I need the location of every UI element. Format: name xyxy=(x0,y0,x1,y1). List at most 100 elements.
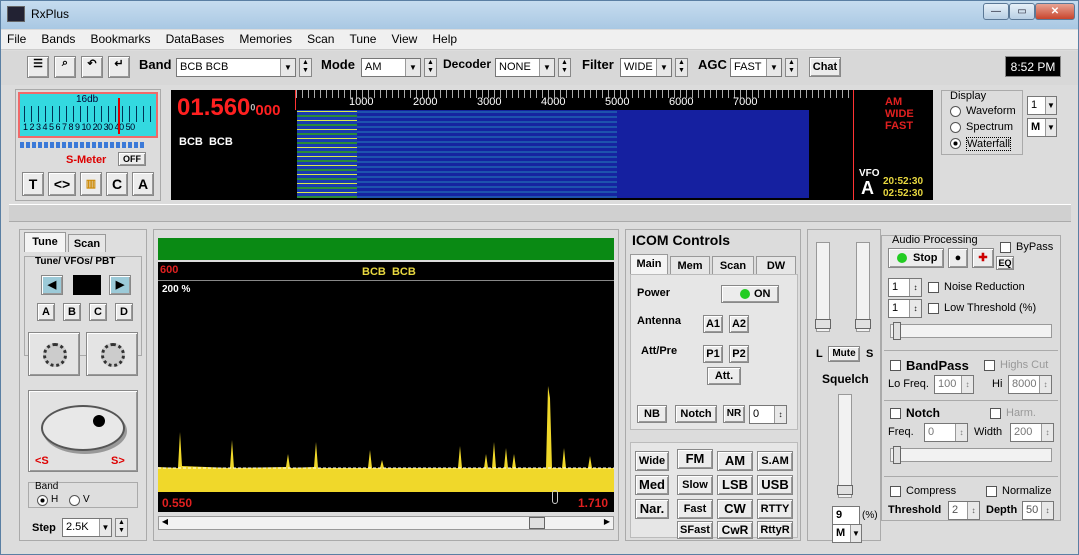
menu-scan[interactable]: Scan xyxy=(301,30,340,48)
minimize-button[interactable]: — xyxy=(983,3,1009,20)
p2-button[interactable]: P2 xyxy=(729,345,749,363)
mode-am-button[interactable]: AM xyxy=(717,451,753,471)
highs-cut-checkbox[interactable] xyxy=(984,360,995,371)
band-h-radio[interactable] xyxy=(37,495,48,506)
close-button[interactable]: ✕ xyxy=(1035,3,1075,20)
menu-file[interactable]: File xyxy=(1,30,32,48)
notch-checkbox[interactable] xyxy=(890,408,901,419)
menu-databases[interactable]: DataBases xyxy=(160,30,231,48)
filter-nar-button[interactable]: Nar. xyxy=(635,499,669,519)
nb-button[interactable]: NB xyxy=(637,405,667,423)
vfo-c-button[interactable]: C xyxy=(89,303,107,321)
tab-main[interactable]: Main xyxy=(630,254,668,274)
noise-reduction-checkbox[interactable] xyxy=(928,282,939,293)
bandpass-checkbox[interactable] xyxy=(890,360,901,371)
maximize-button[interactable]: ▭ xyxy=(1009,3,1035,20)
filter-med-button[interactable]: Med xyxy=(635,475,669,495)
band-v-radio[interactable] xyxy=(69,495,80,506)
decoder-select[interactable]: NONE ▼ xyxy=(495,58,555,77)
scroll-thumb[interactable] xyxy=(529,517,545,529)
display-spin1[interactable]: 1 ▼ xyxy=(1027,96,1057,115)
notch-freq-input[interactable]: 0 ↕ xyxy=(924,423,968,442)
stop-button[interactable]: Stop xyxy=(888,248,944,268)
next-vfo-button[interactable]: ▶ xyxy=(109,275,131,295)
normalize-checkbox[interactable] xyxy=(986,486,997,497)
volume-right-slider[interactable] xyxy=(855,242,871,332)
decoder-spin[interactable]: ▲ ▼ xyxy=(558,58,571,77)
mode-rttyr-button[interactable]: RttyR xyxy=(757,521,793,539)
slider-thumb[interactable] xyxy=(893,322,901,340)
low-threshold-checkbox[interactable] xyxy=(928,303,939,314)
tab-dw[interactable]: DW xyxy=(756,256,796,274)
search-icon[interactable]: ⌕ xyxy=(54,56,76,78)
waterfall[interactable] xyxy=(297,110,809,198)
swap-button[interactable]: <> xyxy=(48,172,76,196)
mode-usb-button[interactable]: USB xyxy=(757,475,793,495)
record-icon[interactable]: ● xyxy=(948,248,968,268)
smeter-off-button[interactable]: OFF xyxy=(118,152,146,166)
tab-tune[interactable]: Tune xyxy=(24,232,66,252)
band-spin[interactable]: ▲ ▼ xyxy=(299,58,312,77)
hi-freq-input[interactable]: 8000 ↕ xyxy=(1008,375,1052,394)
band-select[interactable]: BCB BCB ▼ xyxy=(176,58,296,77)
slider-thumb[interactable] xyxy=(855,319,871,329)
chat-button[interactable]: Chat xyxy=(809,57,841,77)
squelch-value[interactable]: 9 xyxy=(832,506,860,525)
threshold-input[interactable]: 2 ↕ xyxy=(948,501,980,520)
agc-select[interactable]: FAST ▼ xyxy=(730,58,782,77)
mute-button[interactable]: Mute xyxy=(828,346,860,362)
equalizer-icon[interactable]: ✚ xyxy=(972,248,994,268)
menu-tune[interactable]: Tune xyxy=(344,30,383,48)
tab-scan[interactable]: Scan xyxy=(68,234,106,252)
display-spin2[interactable]: M ▼ xyxy=(1027,118,1057,137)
step-select[interactable]: 2.5K ▼ xyxy=(62,518,112,537)
nr-spin2[interactable]: 1 ↕ xyxy=(888,299,922,318)
agc-spin[interactable]: ▲ ▼ xyxy=(785,58,798,77)
nr-button[interactable]: NR xyxy=(723,405,745,423)
notch-slider[interactable] xyxy=(890,446,1052,464)
a1-button[interactable]: A1 xyxy=(703,315,723,333)
tab-icom-scan[interactable]: Scan xyxy=(712,256,754,274)
mode-spin[interactable]: ▲ ▼ xyxy=(424,58,437,77)
list-icon[interactable]: ☰ xyxy=(27,56,49,78)
agc-sfast-button[interactable]: SFast xyxy=(677,521,713,539)
nr-slider[interactable] xyxy=(890,322,1052,340)
waterfall-icon[interactable]: ▥ xyxy=(80,172,102,196)
nr-spin1[interactable]: 1 ↕ xyxy=(888,278,922,297)
vfo-d-button[interactable]: D xyxy=(115,303,133,321)
undo-icon[interactable]: ↶ xyxy=(81,56,103,78)
nr-level[interactable]: 0 ↕ xyxy=(749,405,787,424)
notch-button[interactable]: Notch xyxy=(675,405,717,423)
tuning-dial[interactable]: <S S> xyxy=(28,390,138,472)
volume-left-slider[interactable] xyxy=(815,242,831,332)
menu-bookmarks[interactable]: Bookmarks xyxy=(85,30,157,48)
power-button[interactable]: ON xyxy=(721,285,779,303)
eq-button[interactable]: EQ xyxy=(996,256,1014,270)
mode-rtty-button[interactable]: RTTY xyxy=(757,499,793,519)
prev-vfo-button[interactable]: ◀ xyxy=(41,275,63,295)
mode-select[interactable]: AM ▼ xyxy=(361,58,421,77)
menu-help[interactable]: Help xyxy=(426,30,463,48)
a2-button[interactable]: A2 xyxy=(729,315,749,333)
p1-button[interactable]: P1 xyxy=(703,345,723,363)
agc-slow-button[interactable]: Slow xyxy=(677,475,713,495)
mode-cwr-button[interactable]: CwR xyxy=(717,521,753,539)
menu-memories[interactable]: Memories xyxy=(233,30,298,48)
filter-wide-button[interactable]: Wide xyxy=(635,451,669,471)
scroll-right-icon[interactable]: ▶ xyxy=(601,517,613,529)
bypass-checkbox[interactable] xyxy=(1000,242,1011,253)
a-button[interactable]: A xyxy=(132,172,154,196)
lo-freq-input[interactable]: 100 ↕ xyxy=(934,375,974,394)
t-button[interactable]: T xyxy=(22,172,44,196)
waveform-radio[interactable] xyxy=(950,106,961,117)
spectrum-display[interactable]: 600 BCB BCB 200 % 0.550 1.710 xyxy=(158,262,614,512)
enter-icon[interactable]: ↵ xyxy=(108,56,130,78)
spectrum-marker[interactable] xyxy=(552,490,558,504)
compress-checkbox[interactable] xyxy=(890,486,901,497)
scroll-left-icon[interactable]: ◀ xyxy=(159,517,171,529)
mode-fm-button[interactable]: FM xyxy=(677,449,713,469)
squelch-slider[interactable] xyxy=(837,394,853,498)
step-spin[interactable]: ▲ ▼ xyxy=(115,518,128,537)
pbt-knob-right[interactable] xyxy=(86,332,138,376)
vfo-a-button[interactable]: A xyxy=(37,303,55,321)
